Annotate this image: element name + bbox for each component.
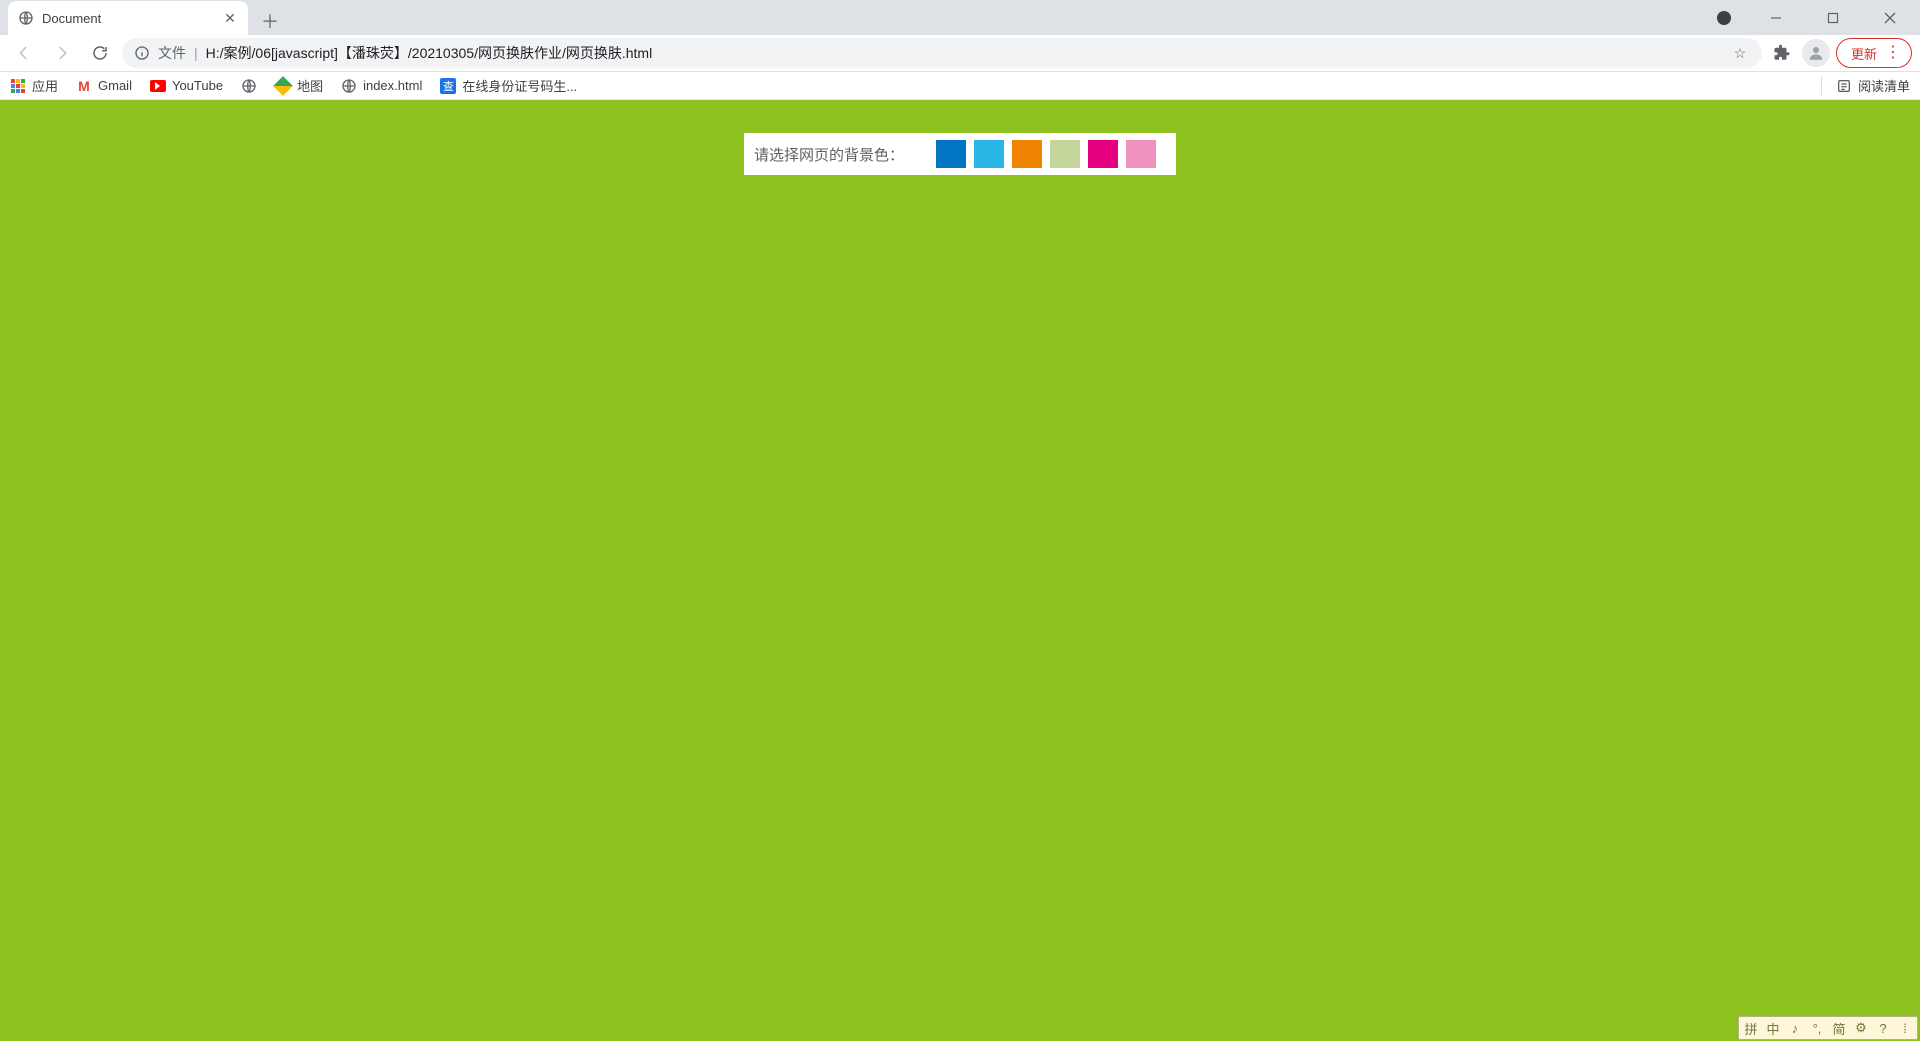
bookmark-idgen[interactable]: 查 在线身份证号码生... xyxy=(440,76,577,95)
address-bar[interactable]: 文件 | H:/案例/06[javascript]【潘珠荧】/20210305/… xyxy=(122,38,1762,68)
reading-list-button[interactable]: 阅读清单 xyxy=(1821,76,1910,95)
window-controls xyxy=(1717,4,1912,32)
bookmark-label: YouTube xyxy=(172,78,223,93)
ime-item[interactable]: °, xyxy=(1809,1021,1825,1036)
maximize-button[interactable] xyxy=(1810,4,1855,32)
globe-icon xyxy=(241,78,257,94)
tab-strip: Document ✕ ＋ xyxy=(0,0,1920,35)
extensions-icon[interactable] xyxy=(1768,39,1796,67)
color-swatch-light-olive[interactable] xyxy=(1050,140,1080,168)
bookmark-youtube[interactable]: YouTube xyxy=(150,78,223,94)
bookmark-label: 在线身份证号码生... xyxy=(462,76,577,95)
bookmark-label: index.html xyxy=(363,78,422,93)
reload-button[interactable] xyxy=(84,37,116,69)
bookmark-label: 应用 xyxy=(32,76,58,95)
youtube-icon xyxy=(150,78,166,94)
ime-item[interactable]: ⁞ xyxy=(1897,1021,1913,1036)
page-body: 请选择网页的背景色： xyxy=(0,100,1920,1041)
apps-grid-icon xyxy=(10,78,26,94)
bookmark-label: 地图 xyxy=(297,76,323,95)
color-swatch-blue[interactable] xyxy=(936,140,966,168)
bookmark-gmail[interactable]: M Gmail xyxy=(76,78,132,94)
reading-list-icon xyxy=(1836,78,1852,94)
ime-item[interactable]: ♪ xyxy=(1787,1021,1803,1036)
browser-chrome: Document ✕ ＋ xyxy=(0,0,1920,100)
forward-button[interactable] xyxy=(46,37,78,69)
ime-item[interactable]: 中 xyxy=(1765,1019,1781,1038)
bookmark-index[interactable]: index.html xyxy=(341,78,422,94)
bookmark-maps[interactable]: 地图 xyxy=(275,76,323,95)
color-picker-panel: 请选择网页的背景色： xyxy=(744,133,1176,175)
toolbar: 文件 | H:/案例/06[javascript]【潘珠荧】/20210305/… xyxy=(0,35,1920,72)
update-label: 更新 xyxy=(1851,44,1877,63)
update-button[interactable]: 更新 ⋮ xyxy=(1836,38,1912,68)
color-swatch-magenta[interactable] xyxy=(1088,140,1118,168)
account-indicator-icon[interactable] xyxy=(1717,11,1731,25)
close-window-button[interactable] xyxy=(1867,4,1912,32)
maps-icon xyxy=(275,78,291,94)
cha-icon: 查 xyxy=(440,78,456,94)
url-text: H:/案例/06[javascript]【潘珠荧】/20210305/网页换肤作… xyxy=(206,43,1722,63)
globe-icon xyxy=(341,78,357,94)
swatch-container xyxy=(936,140,1156,168)
color-swatch-orange[interactable] xyxy=(1012,140,1042,168)
ime-item[interactable]: ⚙ xyxy=(1853,1020,1869,1036)
ime-item[interactable]: 拼 xyxy=(1743,1019,1759,1038)
color-swatch-pink[interactable] xyxy=(1126,140,1156,168)
close-icon[interactable]: ✕ xyxy=(222,10,238,26)
url-scheme-label: 文件 xyxy=(158,43,186,63)
url-separator: | xyxy=(194,45,198,61)
browser-tab-active[interactable]: Document ✕ xyxy=(8,1,248,35)
gmail-icon: M xyxy=(76,78,92,94)
ime-item[interactable]: ? xyxy=(1875,1021,1891,1036)
more-menu-icon[interactable]: ⋮ xyxy=(1885,45,1901,61)
new-tab-button[interactable]: ＋ xyxy=(256,7,284,35)
bookmark-apps[interactable]: 应用 xyxy=(10,76,58,95)
tab-title: Document xyxy=(42,11,214,26)
page-viewport[interactable]: 请选择网页的背景色： xyxy=(0,100,1920,1041)
bookmark-label: Gmail xyxy=(98,78,132,93)
ime-tray: 拼中 ♪ °, 简 ⚙? ⁞ xyxy=(1738,1016,1918,1040)
back-button[interactable] xyxy=(8,37,40,69)
minimize-button[interactable] xyxy=(1753,4,1798,32)
ime-item[interactable]: 简 xyxy=(1831,1019,1847,1038)
profile-avatar-icon[interactable] xyxy=(1802,39,1830,67)
site-info-icon[interactable] xyxy=(134,45,150,61)
panel-label: 请选择网页的背景色： xyxy=(754,144,904,165)
reading-list-label: 阅读清单 xyxy=(1858,76,1910,95)
bookmark-star-icon[interactable]: ☆ xyxy=(1730,45,1750,62)
color-swatch-sky-blue[interactable] xyxy=(974,140,1004,168)
bookmark-generic-site[interactable] xyxy=(241,78,257,94)
globe-icon xyxy=(18,10,34,26)
bookmarks-bar: 应用 M Gmail YouTube 地图 index.html 查 在线身 xyxy=(0,72,1920,100)
